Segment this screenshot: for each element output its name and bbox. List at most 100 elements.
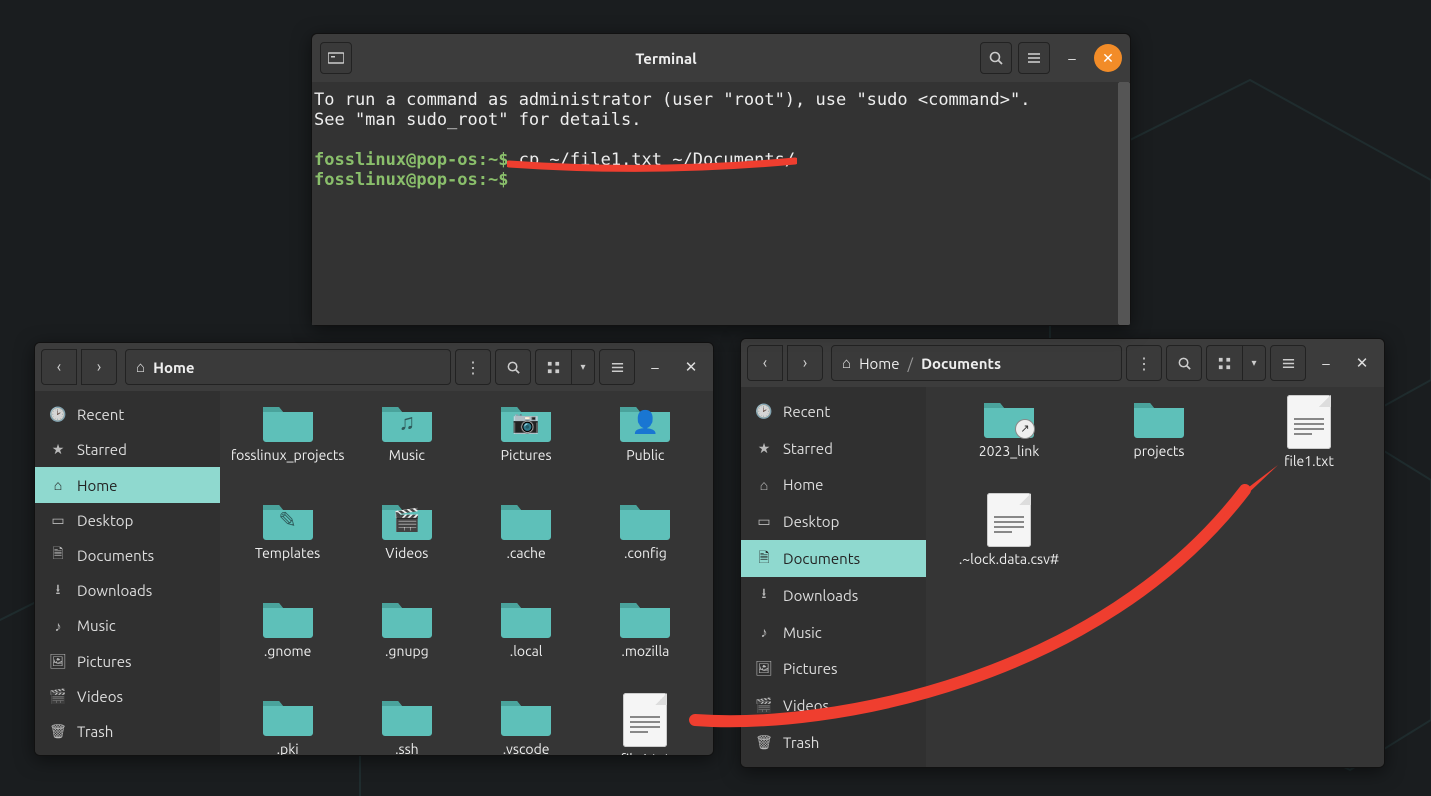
text-file-icon <box>1287 395 1331 449</box>
desktop-icon: ▭ <box>49 512 67 529</box>
music-icon: ♪ <box>755 624 773 640</box>
terminal-text: See "man sudo_root" for details. <box>314 110 642 130</box>
document-icon: 🗎 <box>755 547 773 571</box>
minimize-button[interactable]: – <box>1310 347 1342 379</box>
file-lock-data-csv[interactable]: .~lock.data.csv# <box>934 489 1084 587</box>
sidebar-item-music[interactable]: ♪Music <box>35 608 220 643</box>
sidebar-item-downloads[interactable]: ⭳Downloads <box>741 577 926 614</box>
home-icon: ⌂ <box>755 477 773 493</box>
close-button[interactable]: ✕ <box>1094 44 1122 72</box>
forward-button[interactable]: › <box>81 349 117 385</box>
hamburger-button[interactable] <box>599 349 635 385</box>
file-file1-txt[interactable]: file1.txt <box>1234 391 1384 489</box>
folder-config[interactable]: .config <box>586 493 705 591</box>
terminal-profile-button[interactable] <box>320 42 352 74</box>
sidebar-item-trash[interactable]: 🗑Trash <box>35 714 220 749</box>
file-grid[interactable]: ↗2023_link projects file1.txt .~lock.dat… <box>926 387 1384 767</box>
sidebar-item-starred[interactable]: ★Starred <box>741 430 926 467</box>
sidebar-item-desktop[interactable]: ▭Desktop <box>741 503 926 540</box>
folder-pki[interactable]: .pki <box>228 689 347 755</box>
sidebar-item-music[interactable]: ♪Music <box>741 614 926 651</box>
video-icon: 🎬 <box>393 507 420 532</box>
search-button[interactable] <box>980 42 1012 74</box>
breadcrumb-home[interactable]: Home <box>859 355 899 372</box>
folder-templates[interactable]: ✎Templates <box>228 493 347 591</box>
back-button[interactable]: ‹ <box>41 349 77 385</box>
folder-ssh[interactable]: .ssh <box>347 689 466 755</box>
folder-gnome[interactable]: .gnome <box>228 591 347 689</box>
folder-mozilla[interactable]: .mozilla <box>586 591 705 689</box>
document-icon: 🗎 <box>49 543 67 567</box>
file-grid[interactable]: fosslinux_projects ♫Music 📷 Pictures 👤 Pub… <box>220 391 713 755</box>
search-button[interactable] <box>495 349 531 385</box>
text-file-icon <box>623 693 667 747</box>
file-label: Pictures <box>501 447 552 463</box>
path-menu-button[interactable]: ⋮ <box>1126 345 1162 381</box>
file-label: Public <box>626 447 664 463</box>
folder-projects[interactable]: projects <box>1084 391 1234 489</box>
hamburger-button[interactable] <box>1270 345 1306 381</box>
path-bar[interactable]: ⌂ Home <box>125 349 451 385</box>
camera-icon: 📷 <box>512 409 539 434</box>
sidebar-item-label: Videos <box>77 688 123 705</box>
view-dropdown-button[interactable]: ▾ <box>571 349 595 385</box>
breadcrumb-documents[interactable]: Documents <box>921 355 1001 372</box>
file-file1-txt[interactable]: file1.txt <box>586 689 705 755</box>
hamburger-button[interactable] <box>1018 42 1050 74</box>
sidebar-item-documents[interactable]: 🗎Documents <box>35 538 220 573</box>
view-dropdown-button[interactable]: ▾ <box>1242 345 1266 381</box>
pictures-icon: 🖼 <box>755 660 773 677</box>
desktop-icon: ▭ <box>755 513 773 530</box>
view-grid-button[interactable] <box>1206 345 1242 381</box>
sidebar-item-label: Downloads <box>77 582 152 599</box>
file-label: .~lock.data.csv# <box>959 551 1059 567</box>
home-icon: ⌂ <box>49 477 67 493</box>
sidebar-item-label: Downloads <box>783 587 858 604</box>
folder-cache[interactable]: .cache <box>467 493 586 591</box>
clock-icon: 🕑 <box>49 406 67 423</box>
file-label: file1.txt <box>1284 453 1334 469</box>
back-button[interactable]: ‹ <box>747 345 783 381</box>
sidebar-item-pictures[interactable]: 🖼Pictures <box>741 651 926 688</box>
folder-fosslinux-projects[interactable]: fosslinux_projects <box>228 395 347 493</box>
minimize-button[interactable]: – <box>1056 42 1088 74</box>
sidebar-item-videos[interactable]: 🎬Videos <box>35 679 220 714</box>
forward-button[interactable]: › <box>787 345 823 381</box>
sidebar-item-trash[interactable]: 🗑Trash <box>741 724 926 761</box>
terminal-body[interactable]: To run a command as administrator (user … <box>312 82 1130 325</box>
breadcrumb-home[interactable]: Home <box>153 359 194 376</box>
folder-videos[interactable]: 🎬Videos <box>347 493 466 591</box>
close-button[interactable]: ✕ <box>675 351 707 383</box>
view-grid-button[interactable] <box>535 349 571 385</box>
file-label: projects <box>1134 443 1185 459</box>
path-bar[interactable]: ⌂ Home / Documents <box>831 345 1122 381</box>
folder-vscode[interactable]: .vscode <box>467 689 586 755</box>
path-menu-button[interactable]: ⋮ <box>455 349 491 385</box>
folder-2023-link[interactable]: ↗2023_link <box>934 391 1084 489</box>
sidebar-item-downloads[interactable]: ⭳Downloads <box>35 573 220 608</box>
person-icon: 👤 <box>632 409 659 434</box>
sidebar-item-home[interactable]: ⌂Home <box>35 467 220 502</box>
sidebar-item-recent[interactable]: 🕑 Recent <box>35 397 220 432</box>
sidebar-item-starred[interactable]: ★Starred <box>35 432 220 467</box>
folder-local[interactable]: .local <box>467 591 586 689</box>
folder-music[interactable]: ♫Music <box>347 395 466 493</box>
pictures-icon: 🖼 <box>49 653 67 670</box>
sidebar-item-label: Recent <box>77 406 124 423</box>
scrollbar[interactable] <box>1118 82 1130 325</box>
sidebar-item-videos[interactable]: 🎬Videos <box>741 687 926 724</box>
sidebar-item-documents[interactable]: 🗎Documents <box>741 540 926 577</box>
fm-header: ‹ › ⌂ Home ⋮ ▾ – ✕ <box>35 343 713 391</box>
folder-pictures[interactable]: 📷 Pictures <box>467 395 586 493</box>
sidebar-item-pictures[interactable]: 🖼Pictures <box>35 643 220 678</box>
minimize-button[interactable]: – <box>639 351 671 383</box>
file-manager-documents: ‹ › ⌂ Home / Documents ⋮ ▾ – ✕ 🕑Recent ★… <box>740 338 1385 768</box>
trash-icon: 🗑 <box>49 723 67 740</box>
folder-public[interactable]: 👤 Public <box>586 395 705 493</box>
sidebar-item-desktop[interactable]: ▭Desktop <box>35 503 220 538</box>
close-button[interactable]: ✕ <box>1346 347 1378 379</box>
search-button[interactable] <box>1166 345 1202 381</box>
folder-gnupg[interactable]: .gnupg <box>347 591 466 689</box>
sidebar-item-home[interactable]: ⌂Home <box>741 467 926 504</box>
sidebar-item-recent[interactable]: 🕑Recent <box>741 393 926 430</box>
